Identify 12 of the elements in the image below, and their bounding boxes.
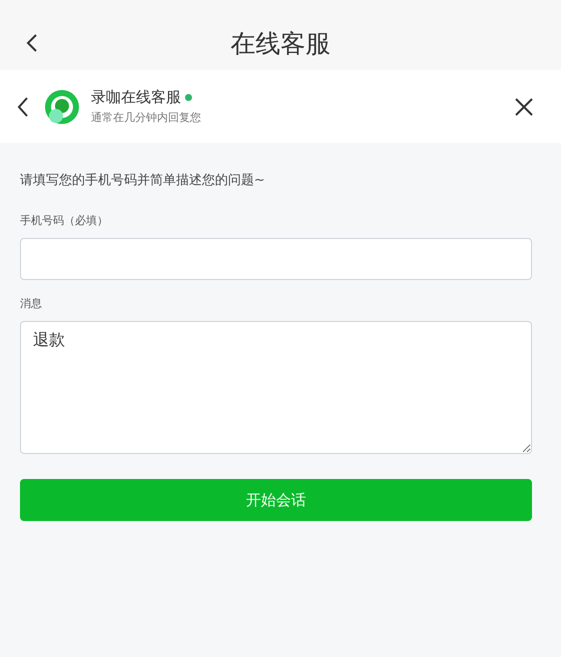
agent-name: 录咖在线客服	[91, 88, 181, 107]
close-icon[interactable]	[515, 98, 533, 116]
page-title: 在线客服	[230, 28, 330, 60]
phone-field[interactable]	[20, 238, 532, 280]
field-label: 消息	[20, 296, 42, 311]
message-field[interactable]: 退款	[20, 321, 532, 454]
reply-time-note: 通常在几分钟内回复您	[91, 110, 202, 125]
back-icon[interactable]	[17, 96, 29, 116]
logo-icon	[45, 90, 79, 124]
back-icon[interactable]	[26, 34, 38, 52]
intro-text: 请填写您的手机号码并简单描述您的问题~	[20, 172, 265, 189]
field-label: 手机号码（必填）	[20, 213, 108, 228]
